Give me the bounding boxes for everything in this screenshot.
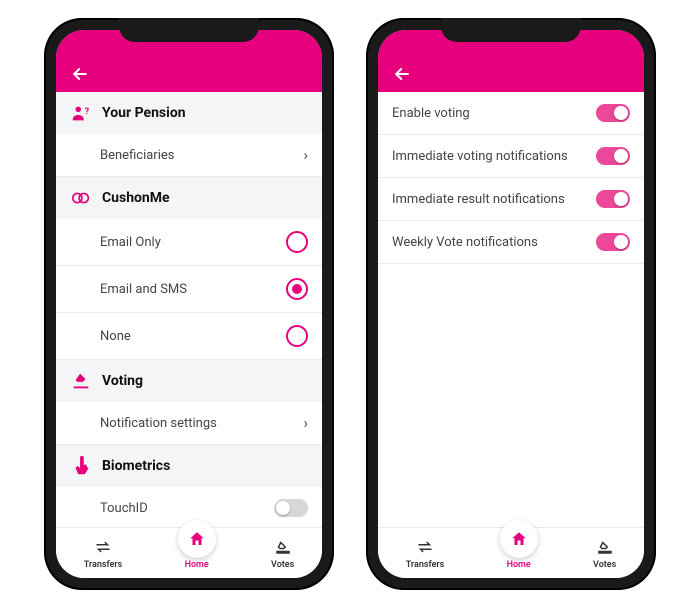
tab-votes[interactable]: Votes	[593, 536, 616, 570]
notch	[119, 18, 259, 42]
radio-selected-icon	[286, 278, 308, 300]
radio-email-sms[interactable]: Email and SMS	[56, 266, 322, 313]
transfers-icon	[414, 536, 436, 558]
back-arrow-icon[interactable]	[70, 64, 90, 84]
toggle-on-icon	[596, 104, 630, 122]
screen: Enable voting Immediate voting notificat…	[378, 30, 644, 578]
tab-transfers-label: Transfers	[406, 560, 445, 570]
row-enable-voting-label: Enable voting	[392, 106, 470, 121]
row-weekly-vote-label: Weekly Vote notifications	[392, 235, 538, 250]
phone-voting-settings: Enable voting Immediate voting notificat…	[366, 18, 656, 590]
section-pension-title: Your Pension	[102, 105, 186, 121]
row-touchid-label: TouchID	[100, 501, 148, 516]
tab-home[interactable]: Home	[500, 534, 538, 570]
radio-none[interactable]: None	[56, 313, 322, 360]
row-immediate-result-label: Immediate result notifications	[392, 192, 565, 207]
radio-email-only-label: Email Only	[100, 235, 161, 250]
phone-settings: ? Your Pension Beneficiaries › CushonMe …	[44, 18, 334, 590]
toggle-off-icon	[274, 499, 308, 517]
tab-votes-label: Votes	[271, 560, 294, 570]
toggle-on-icon	[596, 233, 630, 251]
radio-email-sms-label: Email and SMS	[100, 282, 187, 297]
section-cushonme: CushonMe	[56, 177, 322, 219]
tab-votes-label: Votes	[593, 560, 616, 570]
tab-home-label: Home	[185, 560, 209, 570]
notch	[441, 18, 581, 42]
svg-text:?: ?	[85, 107, 90, 117]
tab-bar: Transfers Home Votes	[378, 527, 644, 578]
row-beneficiaries[interactable]: Beneficiaries ›	[56, 134, 322, 177]
row-immediate-result[interactable]: Immediate result notifications	[378, 178, 644, 221]
home-icon	[188, 530, 206, 548]
tab-votes[interactable]: Votes	[271, 536, 294, 570]
tab-bar: Transfers Home Votes	[56, 527, 322, 578]
toggle-on-icon	[596, 147, 630, 165]
voting-icon	[70, 370, 92, 392]
row-notification-settings-label: Notification settings	[100, 416, 217, 431]
row-beneficiaries-label: Beneficiaries	[100, 148, 174, 163]
row-enable-voting[interactable]: Enable voting	[378, 92, 644, 135]
person-question-icon: ?	[70, 102, 92, 124]
row-immediate-voting[interactable]: Immediate voting notifications	[378, 135, 644, 178]
tab-transfers[interactable]: Transfers	[84, 536, 123, 570]
tab-home[interactable]: Home	[178, 534, 216, 570]
radio-none-label: None	[100, 329, 131, 344]
home-icon	[510, 530, 528, 548]
cushonme-icon	[70, 187, 92, 209]
radio-icon	[286, 325, 308, 347]
chevron-right-icon: ›	[303, 146, 308, 164]
section-cushonme-title: CushonMe	[102, 190, 170, 206]
row-weekly-vote[interactable]: Weekly Vote notifications	[378, 221, 644, 264]
votes-icon	[594, 536, 616, 558]
tab-home-label: Home	[507, 560, 531, 570]
radio-email-only[interactable]: Email Only	[56, 219, 322, 266]
home-pill	[500, 520, 538, 558]
chevron-right-icon: ›	[303, 414, 308, 432]
row-notification-settings[interactable]: Notification settings ›	[56, 402, 322, 445]
tab-transfers[interactable]: Transfers	[406, 536, 445, 570]
transfers-icon	[92, 536, 114, 558]
section-biometrics-title: Biometrics	[102, 458, 170, 474]
screen: ? Your Pension Beneficiaries › CushonMe …	[56, 30, 322, 578]
voting-settings-content: Enable voting Immediate voting notificat…	[378, 92, 644, 527]
home-pill	[178, 520, 216, 558]
votes-icon	[272, 536, 294, 558]
section-voting: Voting	[56, 360, 322, 402]
section-voting-title: Voting	[102, 373, 143, 389]
section-biometrics: Biometrics	[56, 445, 322, 487]
touch-icon	[70, 455, 92, 477]
radio-icon	[286, 231, 308, 253]
section-pension: ? Your Pension	[56, 92, 322, 134]
row-immediate-voting-label: Immediate voting notifications	[392, 149, 568, 164]
tab-transfers-label: Transfers	[84, 560, 123, 570]
toggle-on-icon	[596, 190, 630, 208]
settings-content: ? Your Pension Beneficiaries › CushonMe …	[56, 92, 322, 527]
back-arrow-icon[interactable]	[392, 64, 412, 84]
